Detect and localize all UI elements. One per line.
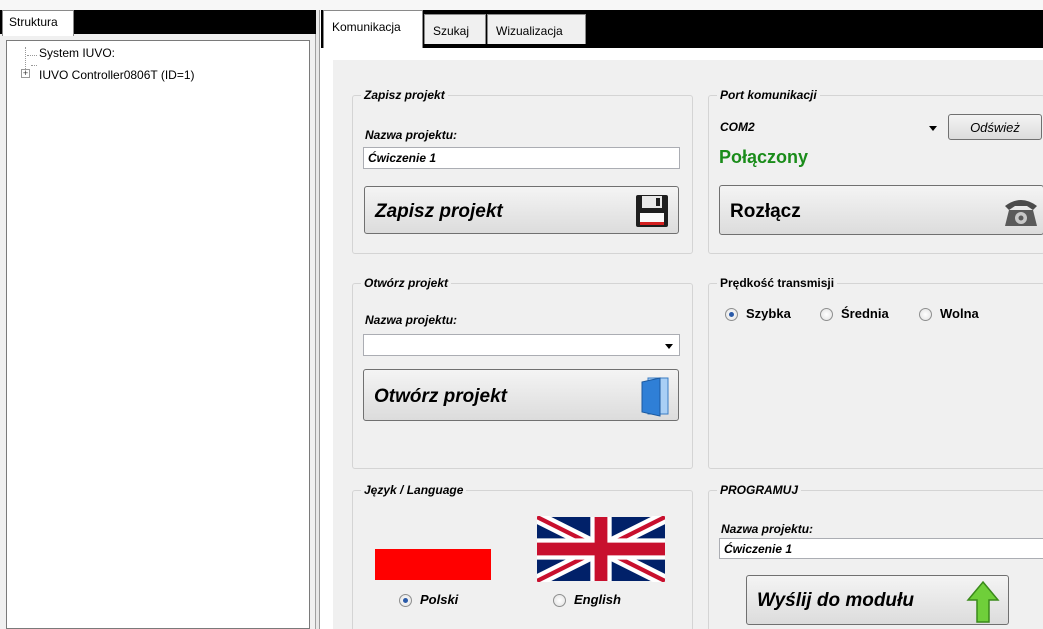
tab-komunikacja[interactable]: Komunikacja [323,10,423,48]
expand-icon[interactable]: + [21,69,30,78]
floppy-disk-icon [636,195,668,227]
speed-fast-label[interactable]: Szybka [746,306,791,321]
save-project-group: Zapisz projekt Nazwa projektu: Ćwiczenie… [352,88,693,254]
open-group-title: Otwórz projekt [361,276,452,290]
poland-flag-icon[interactable] [375,536,491,580]
disconnect-button-label: Rozłącz [730,201,801,222]
send-button-label: Wyślij do modułu [757,590,914,611]
tab-struktura[interactable]: Struktura [2,10,74,36]
tab-szukaj[interactable]: Szukaj [424,14,486,44]
open-name-label: Nazwa projektu: [365,313,458,327]
chevron-down-icon [929,126,937,131]
speed-group-title: Prędkość transmisji [717,276,838,290]
language-english-radio[interactable] [553,594,566,607]
tree-item-controller[interactable]: IUVO Controller0806T (ID=1) [39,68,195,84]
structure-tree[interactable]: System IUVO: + IUVO Controller0806T (ID=… [6,40,310,629]
speed-slow-label[interactable]: Wolna [940,306,979,321]
program-group: PROGRAMUJ Nazwa projektu: Ćwiczenie 1 Wy… [708,483,1043,629]
speed-fast-radio[interactable] [725,308,738,321]
program-name-label: Nazwa projektu: [721,522,814,536]
splitter[interactable] [316,10,320,629]
connection-status: Połączony [719,147,809,167]
open-project-button[interactable]: Otwórz projekt [363,369,679,421]
speed-group: Prędkość transmisji Szybka Średnia Wolna [708,276,1043,469]
chevron-down-icon [665,344,673,349]
disconnect-button[interactable]: Rozłącz [719,185,1043,235]
tree-item-system[interactable]: System IUVO: [39,46,115,62]
open-name-select[interactable] [363,334,680,356]
folder-icon [641,377,669,417]
send-to-module-button[interactable]: Wyślij do modułu [746,575,1009,625]
save-name-field[interactable]: Ćwiczenie 1 [363,147,680,169]
save-button-label: Zapisz projekt [375,201,503,222]
refresh-button[interactable]: Odśwież [948,114,1042,140]
speed-medium-radio[interactable] [820,308,833,321]
speed-slow-radio[interactable] [919,308,932,321]
program-name-field[interactable]: Ćwiczenie 1 [719,538,1043,559]
uk-flag-icon[interactable] [537,516,665,582]
port-group: Port komunikacji COM2 Odśwież Połączony … [708,88,1043,254]
save-group-title: Zapisz projekt [361,88,448,102]
language-group-title: Język / Language [361,483,467,497]
language-group: Język / Language Polski English [352,483,693,629]
port-group-title: Port komunikacji [717,88,820,102]
open-button-label: Otwórz projekt [374,386,508,407]
up-arrow-icon [966,580,1000,623]
save-project-button[interactable]: Zapisz projekt [364,186,679,234]
port-select[interactable]: COM2 [717,116,944,138]
language-english-label[interactable]: English [574,592,621,607]
open-project-group: Otwórz projekt Nazwa projektu: Otwórz pr… [352,276,693,469]
port-value: COM2 [720,120,755,134]
language-polski-label[interactable]: Polski [420,592,458,607]
telephone-icon [1005,200,1037,226]
tab-wizualizacja[interactable]: Wizualizacja [487,14,586,44]
language-polski-radio[interactable] [399,594,412,607]
save-name-label: Nazwa projektu: [365,128,458,142]
speed-medium-label[interactable]: Średnia [841,306,889,321]
program-group-title: PROGRAMUJ [717,483,802,497]
top-strip [0,0,1043,10]
